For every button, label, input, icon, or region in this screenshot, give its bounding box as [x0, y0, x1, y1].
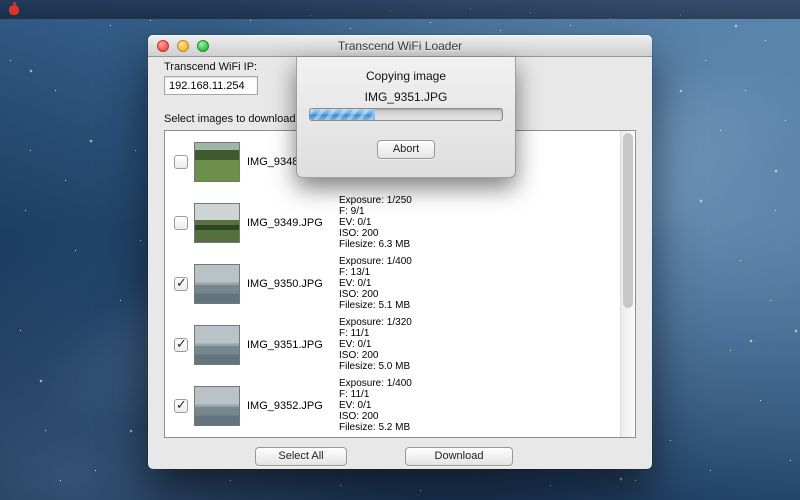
dialog-filename: IMG_9351.JPG	[297, 90, 515, 104]
photo-thumbnail	[194, 264, 240, 304]
wifi-ip-label: Transcend WiFi IP:	[164, 61, 257, 73]
select-images-label: Select images to download:	[164, 113, 299, 125]
image-checkbox[interactable]	[174, 155, 188, 169]
list-item: IMG_9349.JPG Exposure: 1/250 F: 9/1 EV: …	[165, 192, 620, 253]
image-checkbox[interactable]	[174, 277, 188, 291]
image-checkbox[interactable]	[174, 399, 188, 413]
filename-label: IMG_9352.JPG	[247, 400, 335, 412]
list-item: IMG_9352.JPG Exposure: 1/400 F: 11/1 EV:…	[165, 375, 620, 436]
filename-label: IMG_9351.JPG	[247, 339, 335, 351]
apple-menu-icon[interactable]	[9, 5, 19, 15]
wifi-ip-input[interactable]	[164, 76, 258, 95]
photo-thumbnail	[194, 386, 240, 426]
close-button[interactable]	[157, 40, 169, 52]
minimize-button[interactable]	[177, 40, 189, 52]
photo-thumbnail	[194, 203, 240, 243]
photo-thumbnail	[194, 325, 240, 365]
window-titlebar[interactable]: Transcend WiFi Loader	[148, 35, 652, 57]
exif-details: Exposure: 1/250 F: 9/1 EV: 0/1 ISO: 200 …	[339, 195, 412, 250]
list-item: IMG_9351.JPG Exposure: 1/320 F: 11/1 EV:…	[165, 314, 620, 375]
image-checkbox[interactable]	[174, 216, 188, 230]
exif-details: Exposure: 1/400 F: 13/1 EV: 0/1 ISO: 200…	[339, 256, 412, 311]
zoom-button[interactable]	[197, 40, 209, 52]
download-button[interactable]: Download	[405, 447, 513, 466]
menu-bar	[0, 0, 800, 19]
exif-details: Exposure: 1/400 F: 11/1 EV: 0/1 ISO: 200…	[339, 378, 412, 433]
abort-button[interactable]: Abort	[377, 140, 435, 159]
exif-details: Exposure: 1/320 F: 11/1 EV: 0/1 ISO: 200…	[339, 317, 412, 372]
filename-label: IMG_9349.JPG	[247, 217, 335, 229]
copy-progress-dialog: Copying image IMG_9351.JPG Abort	[296, 57, 516, 178]
scrollbar-track[interactable]	[620, 131, 635, 437]
image-checkbox[interactable]	[174, 338, 188, 352]
list-item: IMG_9350.JPG Exposure: 1/400 F: 13/1 EV:…	[165, 253, 620, 314]
filename-label: IMG_9350.JPG	[247, 278, 335, 290]
scrollbar-thumb[interactable]	[623, 133, 633, 308]
app-window: Transcend WiFi Loader Transcend WiFi IP:…	[148, 35, 652, 469]
photo-thumbnail	[194, 142, 240, 182]
select-all-button[interactable]: Select All	[255, 447, 347, 466]
progress-bar	[309, 108, 503, 121]
window-title: Transcend WiFi Loader	[148, 35, 652, 57]
dialog-title: Copying image	[297, 69, 515, 83]
progress-bar-fill	[310, 109, 375, 120]
desktop: Transcend WiFi Loader Transcend WiFi IP:…	[0, 0, 800, 500]
